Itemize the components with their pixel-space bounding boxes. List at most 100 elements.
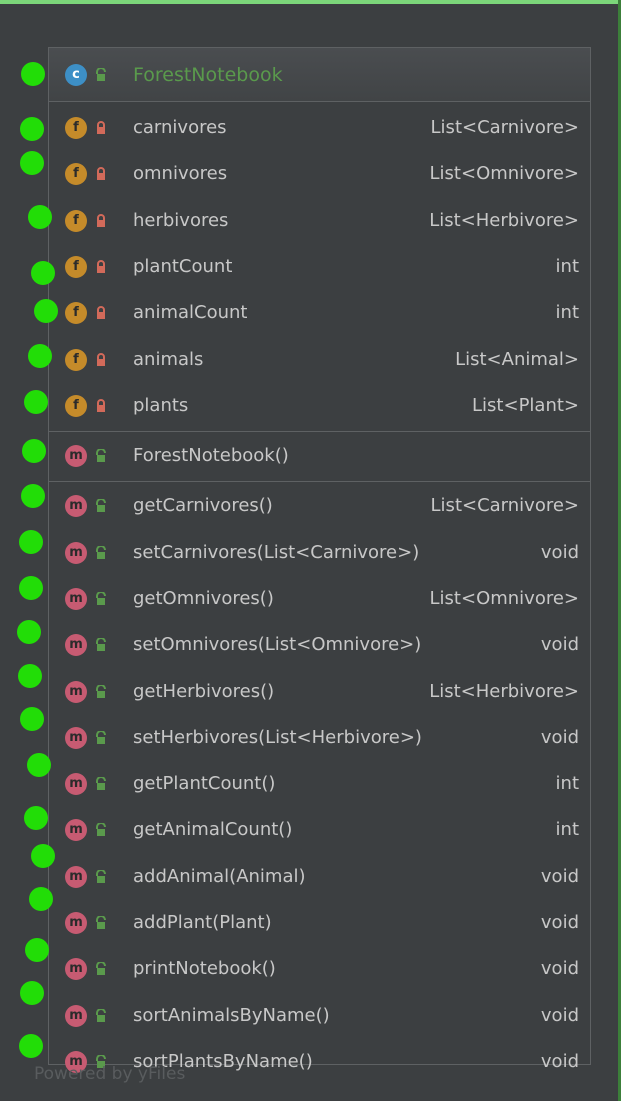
field-type: List<Plant> — [472, 395, 579, 416]
method-type: void — [540, 912, 579, 933]
method-row[interactable]: m setHerbivores(List<Herbivore>) void — [49, 716, 590, 760]
method-icon: m — [65, 542, 87, 564]
method-name: getPlantCount() — [133, 773, 276, 794]
method-row[interactable]: m addPlant(Plant) void — [49, 901, 590, 945]
marker-dot — [24, 390, 48, 414]
field-type: List<Herbivore> — [429, 210, 579, 231]
marker-dot — [24, 806, 48, 830]
private-lock-icon — [97, 260, 105, 273]
method-type: void — [540, 727, 579, 748]
method-type: int — [555, 819, 579, 840]
marker-dot — [28, 344, 52, 368]
field-icon: f — [65, 349, 87, 371]
public-lock-icon — [96, 916, 106, 929]
method-name: printNotebook() — [133, 958, 276, 979]
method-name: setOmnivores(List<Omnivore>) — [133, 634, 422, 655]
field-type: int — [555, 256, 579, 277]
marker-dot — [19, 576, 43, 600]
public-lock-icon — [96, 962, 106, 975]
public-lock-icon — [96, 592, 106, 605]
method-row[interactable]: m setCarnivores(List<Carnivore>) void — [49, 531, 590, 575]
field-row[interactable]: f plantCount int — [49, 245, 590, 289]
method-icon: m — [65, 681, 87, 703]
field-icon: f — [65, 395, 87, 417]
marker-dot — [18, 664, 42, 688]
field-row[interactable]: f herbivores List<Herbivore> — [49, 199, 590, 243]
method-icon: m — [65, 588, 87, 610]
marker-dot — [27, 753, 51, 777]
private-lock-icon — [97, 353, 105, 366]
method-row[interactable]: m getAnimalCount() int — [49, 808, 590, 852]
method-type: void — [540, 634, 579, 655]
public-lock-icon — [96, 546, 106, 559]
field-icon: f — [65, 256, 87, 278]
method-row[interactable]: m getHerbivores() List<Herbivore> — [49, 670, 590, 714]
public-lock-icon — [96, 731, 106, 744]
method-icon: m — [65, 495, 87, 517]
marker-dot — [29, 887, 53, 911]
method-icon: m — [65, 958, 87, 980]
fields-constructor-divider — [49, 431, 590, 432]
method-row[interactable]: m getPlantCount() int — [49, 762, 590, 806]
method-name: getAnimalCount() — [133, 819, 293, 840]
public-lock-icon — [96, 68, 106, 81]
marker-dot — [21, 484, 45, 508]
class-header[interactable]: c ForestNotebook — [49, 48, 590, 102]
field-type: int — [555, 302, 579, 323]
private-lock-icon — [97, 121, 105, 134]
marker-dot — [19, 1034, 43, 1058]
field-row[interactable]: f plants List<Plant> — [49, 384, 590, 428]
method-row[interactable]: m getOmnivores() List<Omnivore> — [49, 577, 590, 621]
marker-dot — [34, 299, 58, 323]
marker-dot — [31, 261, 55, 285]
class-icon: c — [65, 64, 87, 86]
marker-dot — [31, 844, 55, 868]
powered-by-label: Powered by yFiles — [34, 1064, 186, 1084]
method-row[interactable]: m printNotebook() void — [49, 947, 590, 991]
public-lock-icon — [96, 685, 106, 698]
method-row[interactable]: m sortAnimalsByName() void — [49, 994, 590, 1038]
method-icon: m — [65, 727, 87, 749]
class-name: ForestNotebook — [133, 64, 283, 86]
method-name: setHerbivores(List<Herbivore>) — [133, 727, 422, 748]
method-name: getOmnivores() — [133, 588, 274, 609]
method-type: void — [540, 542, 579, 563]
field-icon: f — [65, 117, 87, 139]
public-lock-icon — [96, 638, 106, 651]
constructor-methods-divider — [49, 481, 590, 482]
marker-dot — [20, 151, 44, 175]
field-type: List<Omnivore> — [429, 163, 579, 184]
public-lock-icon — [96, 449, 106, 462]
field-row[interactable]: f animalCount int — [49, 291, 590, 335]
field-name: omnivores — [133, 163, 228, 184]
field-name: animals — [133, 349, 204, 370]
constructor-name: ForestNotebook() — [133, 445, 289, 466]
field-icon: f — [65, 163, 87, 185]
method-type: List<Omnivore> — [429, 588, 579, 609]
method-row[interactable]: m addAnimal(Animal) void — [49, 855, 590, 899]
field-type: List<Carnivore> — [430, 117, 579, 138]
method-name: getHerbivores() — [133, 681, 275, 702]
marker-dot — [21, 62, 45, 86]
top-accent-bar — [0, 0, 621, 4]
field-icon: f — [65, 210, 87, 232]
field-row[interactable]: f omnivores List<Omnivore> — [49, 152, 590, 196]
field-name: plants — [133, 395, 189, 416]
field-row[interactable]: f animals List<Animal> — [49, 338, 590, 382]
marker-dot — [28, 205, 52, 229]
field-name: herbivores — [133, 210, 229, 231]
method-icon: m — [65, 866, 87, 888]
method-type: void — [540, 1051, 579, 1072]
marker-dot — [25, 938, 49, 962]
constructor-row[interactable]: m ForestNotebook() — [49, 434, 590, 478]
method-icon: m — [65, 1005, 87, 1027]
method-row[interactable]: m setOmnivores(List<Omnivore>) void — [49, 623, 590, 667]
method-type: void — [540, 1005, 579, 1026]
method-type: int — [555, 773, 579, 794]
marker-dot — [17, 620, 41, 644]
uml-class-box[interactable]: c ForestNotebook f carnivores List<Carnivo… — [48, 47, 591, 1073]
method-row[interactable]: m getCarnivores() List<Carnivore> — [49, 484, 590, 528]
public-lock-icon — [96, 870, 106, 883]
marker-dot — [22, 439, 46, 463]
field-row[interactable]: f carnivores List<Carnivore> — [49, 106, 590, 150]
